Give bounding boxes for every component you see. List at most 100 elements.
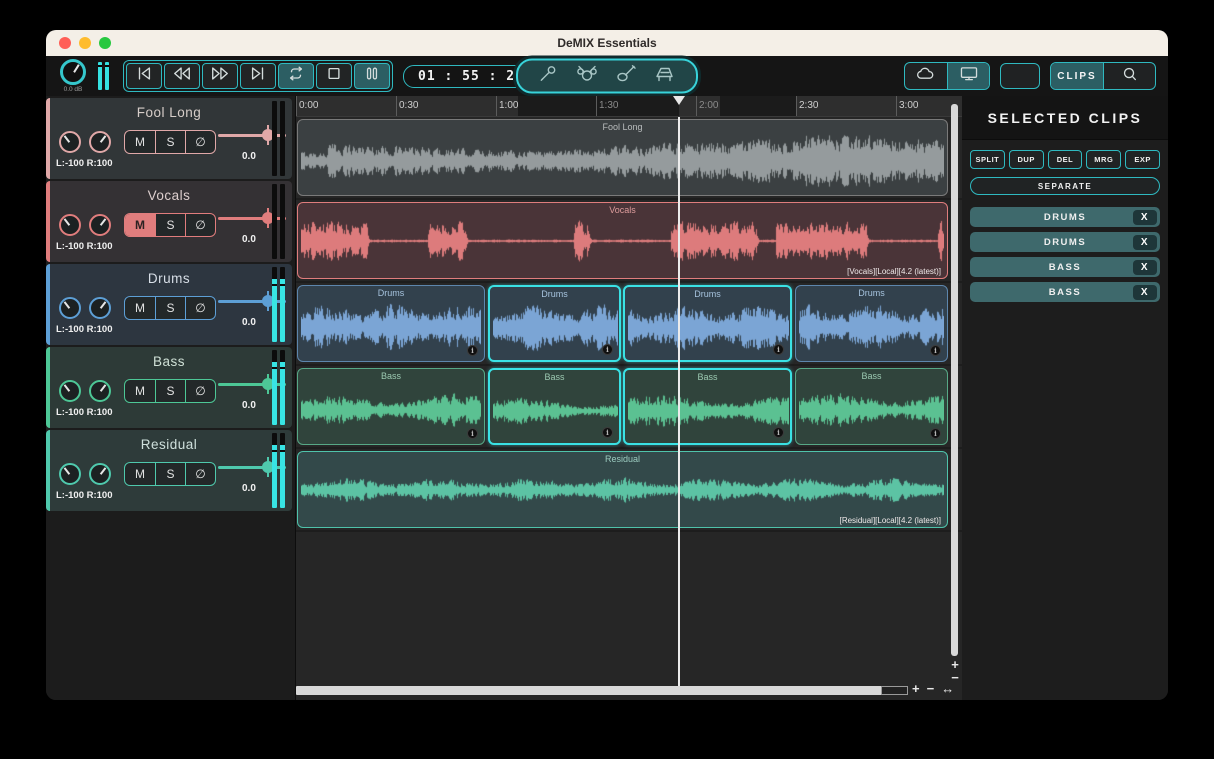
mute-button[interactable]: M <box>125 463 155 485</box>
selected-clip-label: DRUMS <box>1044 212 1086 223</box>
phase-button[interactable]: ∅ <box>185 463 215 485</box>
pan-left-knob[interactable] <box>59 380 81 402</box>
solo-button[interactable]: S <box>155 131 185 153</box>
audio-clip-drums-2[interactable]: Drumsi <box>488 285 621 362</box>
microphone-source-button[interactable] <box>538 65 558 88</box>
horizontal-scrollbar[interactable] <box>296 686 908 695</box>
audio-clip-vocals-1[interactable]: Vocals[Vocals][Local][4.2 (latest)] <box>297 202 948 279</box>
menu-button[interactable] <box>1000 63 1040 89</box>
search-icon <box>1121 66 1138 87</box>
cloud-button[interactable] <box>905 63 947 89</box>
split-button[interactable]: SPLIT <box>970 150 1005 169</box>
pan-right-knob[interactable] <box>89 131 111 153</box>
mute-button[interactable]: M <box>125 380 155 402</box>
track-header-drums[interactable]: DrumsMS∅L:-100 R:1000.0 <box>46 264 292 345</box>
time-ruler[interactable]: 0:000:301:001:302:002:303:00 <box>296 96 962 117</box>
remove-clip-button[interactable]: X <box>1133 235 1157 250</box>
phase-button[interactable]: ∅ <box>185 297 215 319</box>
clip-info-badge-icon[interactable]: i <box>467 345 478 356</box>
pan-right-knob[interactable] <box>89 214 111 236</box>
track-header-bass[interactable]: BassMS∅L:-100 R:1000.0 <box>46 347 292 428</box>
phase-button[interactable]: ∅ <box>185 380 215 402</box>
close-window-button[interactable] <box>59 37 71 49</box>
clip-info-badge-icon[interactable]: i <box>773 427 784 438</box>
dup-button[interactable]: DUP <box>1009 150 1044 169</box>
mrg-button[interactable]: MRG <box>1086 150 1121 169</box>
pan-right-knob[interactable] <box>89 463 111 485</box>
solo-button[interactable]: S <box>155 380 185 402</box>
pan-left-knob[interactable] <box>59 214 81 236</box>
audio-clip-bass-3[interactable]: Bassi <box>623 368 792 445</box>
track-header-residual[interactable]: ResidualMS∅L:-100 R:1000.0 <box>46 430 292 511</box>
skip-start-button[interactable] <box>126 63 162 89</box>
rewind-button[interactable] <box>164 63 200 89</box>
playhead-marker[interactable] <box>673 96 685 105</box>
phase-button[interactable]: ∅ <box>185 131 215 153</box>
mute-button[interactable]: M <box>125 214 155 236</box>
audio-clip-drums-1[interactable]: Drumsi <box>297 285 485 362</box>
pan-left-knob[interactable] <box>59 463 81 485</box>
loop-button[interactable] <box>278 63 314 89</box>
clip-action-buttons: SPLITDUPDELMRGEXP <box>962 140 1168 169</box>
guitar-source-button[interactable] <box>616 65 636 88</box>
pan-left-knob[interactable] <box>59 131 81 153</box>
pause-icon <box>364 66 380 86</box>
audio-clip-residual-1[interactable]: Residual[Residual][Local][4.2 (latest)] <box>297 451 948 528</box>
solo-button[interactable]: S <box>155 463 185 485</box>
pan-right-knob[interactable] <box>89 380 111 402</box>
audio-clip-fool-long-1[interactable]: Fool Long <box>297 119 948 196</box>
exp-button[interactable]: EXP <box>1125 150 1160 169</box>
separate-button[interactable]: SEPARATE <box>970 177 1160 195</box>
audio-clip-bass-1[interactable]: Bassi <box>297 368 485 445</box>
pan-range-label: L:-100 R:100 <box>56 158 113 169</box>
pan-right-knob[interactable] <box>89 297 111 319</box>
clip-info-badge-icon[interactable]: i <box>602 427 613 438</box>
selected-clip-item[interactable]: DRUMS X <box>970 207 1160 227</box>
piano-source-button[interactable] <box>654 65 676 88</box>
pause-button[interactable] <box>354 63 390 89</box>
skip-end-button[interactable] <box>240 63 276 89</box>
clip-info-badge-icon[interactable]: i <box>930 428 941 439</box>
del-button[interactable]: DEL <box>1048 150 1083 169</box>
clip-info-badge-icon[interactable]: i <box>930 345 941 356</box>
mute-button[interactable]: M <box>125 131 155 153</box>
h-zoom-in-button[interactable]: + <box>912 682 920 696</box>
vertical-scrollbar[interactable] <box>951 104 958 656</box>
master-gain-knob[interactable]: 0.0 dB <box>58 59 88 93</box>
selected-clip-item[interactable]: DRUMSX <box>970 232 1160 252</box>
stop-button[interactable] <box>316 63 352 89</box>
mute-solo-phase-group: MS∅ <box>124 296 216 320</box>
maximize-window-button[interactable] <box>99 37 111 49</box>
selected-clip-item[interactable]: BASS X <box>970 257 1160 277</box>
v-zoom-out-button[interactable]: − <box>949 671 961 684</box>
audio-clip-bass-4[interactable]: Bassi <box>795 368 948 445</box>
audio-clip-drums-4[interactable]: Drumsi <box>795 285 948 362</box>
clips-tab-button[interactable]: CLIPS <box>1051 63 1103 89</box>
drums-source-button[interactable] <box>576 65 598 88</box>
audio-clip-drums-3[interactable]: Drumsi <box>623 285 792 362</box>
solo-button[interactable]: S <box>155 214 185 236</box>
clip-info-badge-icon[interactable]: i <box>602 344 613 355</box>
track-header-fool-long[interactable]: Fool LongMS∅L:-100 R:1000.0 <box>46 98 292 179</box>
mute-button[interactable]: M <box>125 297 155 319</box>
fast-forward-button[interactable] <box>202 63 238 89</box>
solo-button[interactable]: S <box>155 297 185 319</box>
display-button[interactable] <box>947 63 989 89</box>
remove-clip-button[interactable]: X <box>1133 260 1157 275</box>
clip-info-badge-icon[interactable]: i <box>773 344 784 355</box>
track-header-vocals[interactable]: VocalsMS∅L:-100 R:1000.0 <box>46 181 292 262</box>
minimize-window-button[interactable] <box>79 37 91 49</box>
pan-left-knob[interactable] <box>59 297 81 319</box>
h-zoom-out-button[interactable]: − <box>927 682 935 696</box>
selected-clip-item[interactable]: BASSX <box>970 282 1160 302</box>
horizontal-scrollbar-thumb[interactable] <box>881 686 908 695</box>
remove-clip-button[interactable]: X <box>1133 285 1157 300</box>
audio-clip-bass-2[interactable]: Bassi <box>488 368 621 445</box>
clip-info-badge-icon[interactable]: i <box>467 428 478 439</box>
selected-clip-label: BASS <box>1049 262 1081 273</box>
skip-start-icon <box>135 66 153 86</box>
remove-clip-button[interactable]: X <box>1133 210 1157 225</box>
phase-button[interactable]: ∅ <box>185 214 215 236</box>
search-button[interactable] <box>1103 63 1155 89</box>
playhead-line[interactable] <box>678 117 680 686</box>
